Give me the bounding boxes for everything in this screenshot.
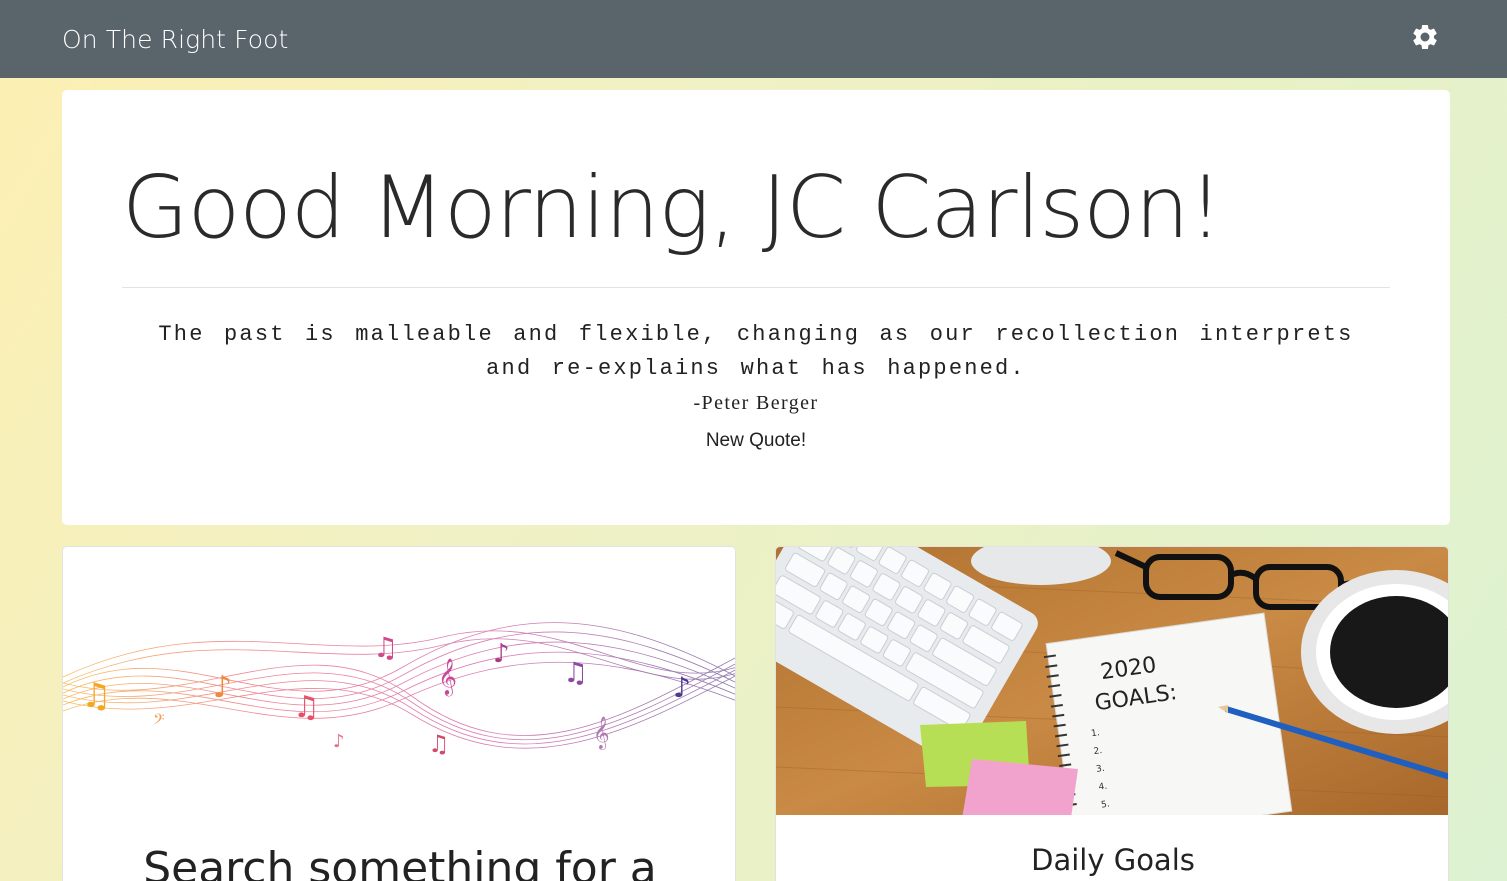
svg-text:♫: ♫ <box>428 730 450 758</box>
svg-text:1.: 1. <box>1090 728 1100 739</box>
svg-text:♫: ♫ <box>373 631 398 664</box>
music-search-card[interactable]: ♫ ♪ ♫ ♫ 𝄞 ♪ ♫ ♪ ♫ 𝄞 𝄢 ♪ Search something… <box>62 546 736 881</box>
card-title-goals: Daily Goals <box>1031 843 1195 877</box>
quote-line-2: and re-explains what has happened. <box>486 356 1026 381</box>
gear-icon[interactable] <box>1410 22 1440 52</box>
quote-text: The past is malleable and flexible, chan… <box>122 318 1390 386</box>
svg-text:4.: 4. <box>1098 782 1108 793</box>
brand-link[interactable]: On The Right Foot <box>62 25 288 54</box>
quote-author: -Peter Berger <box>693 392 819 414</box>
svg-text:♪: ♪ <box>493 639 510 669</box>
svg-text:𝄢: 𝄢 <box>153 711 165 732</box>
quote-line-1: The past is malleable and flexible, chan… <box>158 322 1354 347</box>
new-quote-button[interactable]: New Quote! <box>696 430 816 452</box>
svg-text:♪: ♪ <box>213 670 232 705</box>
svg-text:♫: ♫ <box>81 676 111 716</box>
divider <box>122 287 1390 288</box>
svg-text:♪: ♪ <box>673 671 691 704</box>
svg-text:𝄞: 𝄞 <box>438 657 457 696</box>
greeting-card: Good Morning, JC Carlson! The past is ma… <box>62 90 1450 525</box>
svg-text:♪: ♪ <box>333 731 345 752</box>
music-notes-wave-image: ♫ ♪ ♫ ♫ 𝄞 ♪ ♫ ♪ ♫ 𝄞 𝄢 ♪ <box>63 547 735 815</box>
greeting-heading: Good Morning, JC Carlson! <box>122 158 1223 258</box>
svg-text:♫: ♫ <box>563 656 588 689</box>
daily-goals-card[interactable]: 2020 GOALS: 1.2.3. 4.5.6. Daily Goals <box>775 546 1449 881</box>
top-navbar: On The Right Foot <box>0 0 1507 78</box>
svg-text:2.: 2. <box>1093 746 1103 757</box>
card-title-search: Search something for a <box>143 843 657 881</box>
svg-text:♫: ♫ <box>293 690 320 725</box>
svg-text:𝄞: 𝄞 <box>593 716 610 750</box>
desk-2020-goals-image: 2020 GOALS: 1.2.3. 4.5.6. <box>776 547 1448 815</box>
svg-text:3.: 3. <box>1095 764 1105 775</box>
svg-text:5.: 5. <box>1100 799 1110 810</box>
